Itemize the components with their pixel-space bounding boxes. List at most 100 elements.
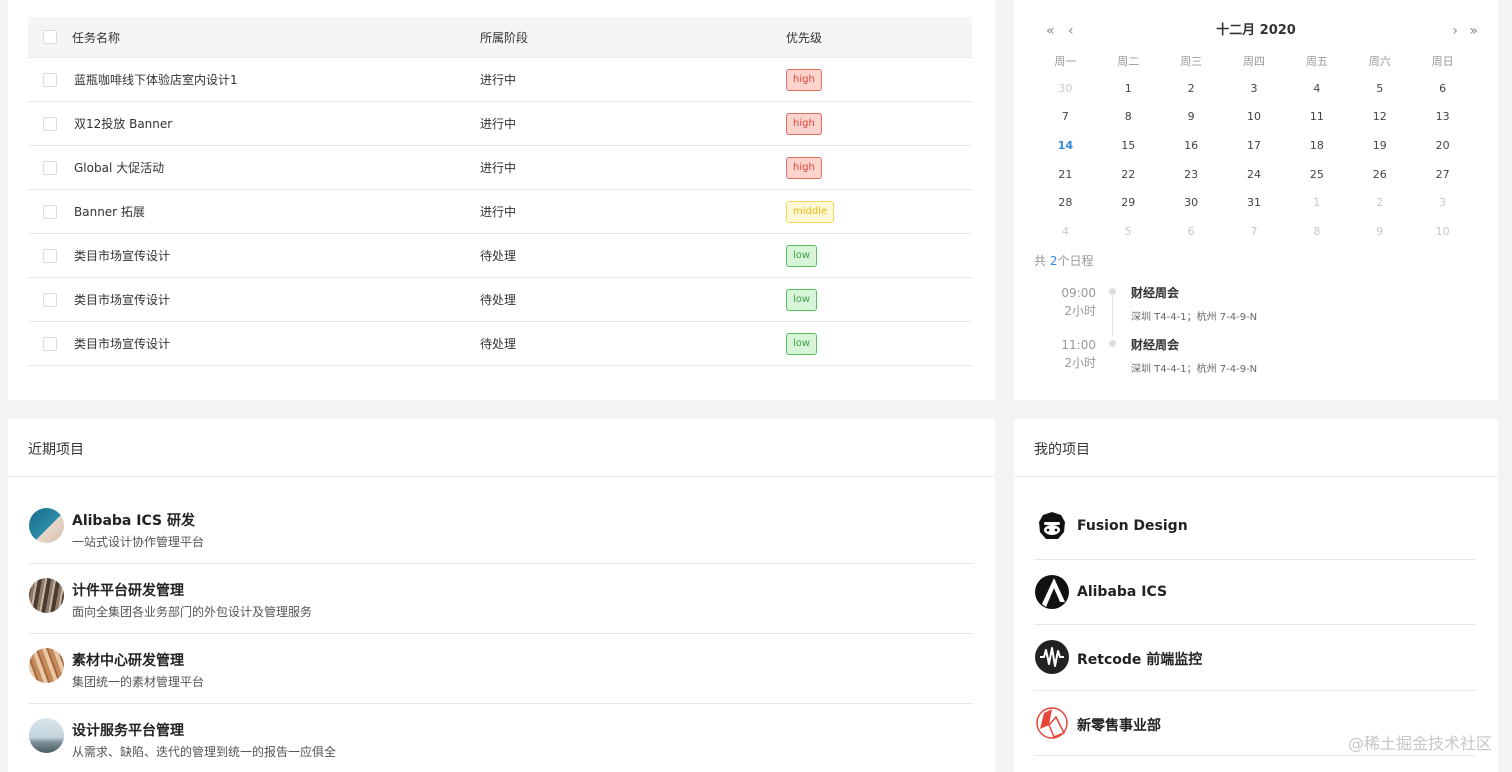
calendar-day[interactable]: 10 [1411, 225, 1474, 238]
list-item[interactable]: Alibaba ICS [1034, 560, 1476, 625]
row-checkbox[interactable] [43, 72, 57, 87]
calendar-day[interactable]: 18 [1285, 139, 1348, 152]
next-month-icon[interactable]: › [1452, 20, 1458, 42]
project-title[interactable]: 计件平台研发管理 [72, 580, 184, 600]
calendar-day[interactable]: 11 [1285, 110, 1348, 123]
calendar-day[interactable]: 1 [1285, 196, 1348, 209]
calendar-day[interactable]: 22 [1097, 168, 1160, 181]
task-table-header: 任务名称 所属阶段 优先级 [28, 17, 972, 58]
calendar-day[interactable]: 15 [1097, 139, 1160, 152]
calendar-day[interactable]: 3 [1223, 82, 1286, 95]
calendar-day[interactable]: 8 [1285, 225, 1348, 238]
calendar-day[interactable]: 30 [1034, 82, 1097, 95]
calendar-day[interactable]: 4 [1034, 225, 1097, 238]
calendar-day[interactable]: 8 [1097, 110, 1160, 123]
watermark: @稀土掘金技术社区 [1347, 734, 1492, 753]
prev-month-icon[interactable]: ‹ [1068, 20, 1074, 42]
list-item[interactable]: Fusion Design [1034, 494, 1476, 560]
calendar-day[interactable]: 29 [1097, 196, 1160, 209]
calendar-day[interactable]: 17 [1223, 139, 1286, 152]
row-checkbox[interactable] [43, 204, 57, 219]
project-title[interactable]: Alibaba ICS 研发 [72, 510, 195, 530]
calendar-day[interactable]: 28 [1034, 196, 1097, 209]
list-item[interactable]: 素材中心研发管理 集团统一的素材管理平台 [28, 634, 973, 704]
row-checkbox[interactable] [43, 336, 57, 351]
calendar-week-row: 14 15 16 17 18 19 20 [1034, 131, 1474, 160]
schedule-event[interactable]: 09:00 2小时 财经周会 深圳 T4-4-1；杭州 7-4-9-N [1034, 282, 1454, 336]
project-name[interactable]: 新零售事业部 [1077, 715, 1161, 735]
recent-projects-title: 近期项目 [28, 442, 84, 458]
table-row[interactable]: 类目市场宣传设计 待处理 low [28, 234, 972, 278]
table-row[interactable]: Banner 拓展 进行中 middle [28, 190, 972, 234]
column-header-priority: 优先级 [786, 30, 823, 45]
calendar-day[interactable]: 20 [1411, 139, 1474, 152]
my-projects-card: 我的项目 Fusion Design Alibaba ICS Retcode 前端监… [1014, 419, 1498, 772]
calendar-day[interactable]: 13 [1411, 110, 1474, 123]
project-name[interactable]: Alibaba ICS [1077, 584, 1167, 600]
event-location: 深圳 T4-4-1；杭州 7-4-9-N [1131, 364, 1258, 375]
calendar-day[interactable]: 6 [1160, 225, 1223, 238]
list-item[interactable]: 设计服务平台管理 从需求、缺陷、迭代的管理到统一的报告一应俱全 [28, 704, 973, 772]
table-row[interactable]: 类目市场宣传设计 待处理 low [28, 278, 972, 322]
calendar-day[interactable]: 9 [1160, 110, 1223, 123]
priority-tag: high [786, 156, 822, 179]
row-checkbox[interactable] [43, 160, 57, 175]
list-item[interactable]: 计件平台研发管理 面向全集团各业务部门的外包设计及管理服务 [28, 564, 973, 634]
weekday-label: 周六 [1368, 55, 1391, 68]
calendar-day[interactable]: 3 [1411, 196, 1474, 209]
schedule-event[interactable]: 11:00 2小时 财经周会 深圳 T4-4-1；杭州 7-4-9-N [1034, 334, 1454, 386]
calendar-day[interactable]: 21 [1034, 168, 1097, 181]
calendar-card: 十二月 2020 « ‹ › » 周一 周二 周三 周四 周五 周六 周日 30 1 2 3 4 5 6 7… [1014, 0, 1498, 400]
prev-year-icon[interactable]: « [1046, 20, 1055, 42]
calendar-day[interactable]: 6 [1411, 82, 1474, 95]
calendar-day[interactable]: 24 [1223, 168, 1286, 181]
ics-logo-icon [1034, 574, 1070, 610]
row-checkbox[interactable] [43, 292, 57, 307]
calendar-day[interactable]: 1 [1097, 82, 1160, 95]
table-row[interactable]: 蓝瓶咖啡线下体验店室内设计1 进行中 high [28, 58, 972, 102]
weekday-label: 周一 [1054, 55, 1077, 68]
row-checkbox[interactable] [43, 116, 57, 131]
calendar-day[interactable]: 7 [1223, 225, 1286, 238]
list-item[interactable]: Alibaba ICS 研发 一站式设计协作管理平台 [28, 494, 973, 564]
calendar-day[interactable]: 12 [1348, 110, 1411, 123]
project-title[interactable]: 素材中心研发管理 [72, 650, 184, 670]
task-stage: 进行中 [480, 117, 517, 131]
calendar-day-today[interactable]: 14 [1034, 139, 1097, 152]
calendar-day[interactable]: 5 [1097, 225, 1160, 238]
table-row[interactable]: 双12投放 Banner 进行中 high [28, 102, 972, 146]
task-priority-cell: middle [786, 200, 835, 223]
gorilla-logo-icon [1034, 508, 1070, 544]
table-row[interactable]: Global 大促活动 进行中 high [28, 146, 972, 190]
weekday-label: 周五 [1305, 55, 1328, 68]
calendar-day[interactable]: 31 [1223, 196, 1286, 209]
next-year-icon[interactable]: » [1469, 20, 1478, 42]
event-start-time: 11:00 [1061, 338, 1096, 352]
calendar-day[interactable]: 26 [1348, 168, 1411, 181]
list-item[interactable]: Retcode 前端监控 [1034, 625, 1476, 691]
select-all-checkbox[interactable] [43, 30, 57, 44]
calendar-day[interactable]: 10 [1223, 110, 1286, 123]
calendar-day[interactable]: 5 [1348, 82, 1411, 95]
calendar-day[interactable]: 25 [1285, 168, 1348, 181]
project-name[interactable]: Fusion Design [1077, 518, 1188, 534]
calendar-day[interactable]: 27 [1411, 168, 1474, 181]
calendar-day[interactable]: 2 [1348, 196, 1411, 209]
project-name[interactable]: Retcode 前端监控 [1077, 649, 1202, 669]
calendar-day[interactable]: 16 [1160, 139, 1223, 152]
task-priority-cell: high [786, 68, 822, 91]
calendar-day[interactable]: 2 [1160, 82, 1223, 95]
row-checkbox[interactable] [43, 248, 57, 263]
event-duration: 2小时 [1064, 356, 1096, 370]
calendar-week-row: 4 5 6 7 8 9 10 [1034, 217, 1474, 246]
calendar-day[interactable]: 19 [1348, 139, 1411, 152]
calendar-day[interactable]: 30 [1160, 196, 1223, 209]
calendar-day[interactable]: 9 [1348, 225, 1411, 238]
calendar-day[interactable]: 7 [1034, 110, 1097, 123]
project-title[interactable]: 设计服务平台管理 [72, 720, 184, 740]
calendar-month-title: 十二月 2020 [1216, 23, 1296, 38]
calendar-day[interactable]: 23 [1160, 168, 1223, 181]
table-row[interactable]: 类目市场宣传设计 待处理 low [28, 322, 972, 366]
weekday-row: 周一 周二 周三 周四 周五 周六 周日 [1034, 52, 1474, 70]
calendar-day[interactable]: 4 [1285, 82, 1348, 95]
